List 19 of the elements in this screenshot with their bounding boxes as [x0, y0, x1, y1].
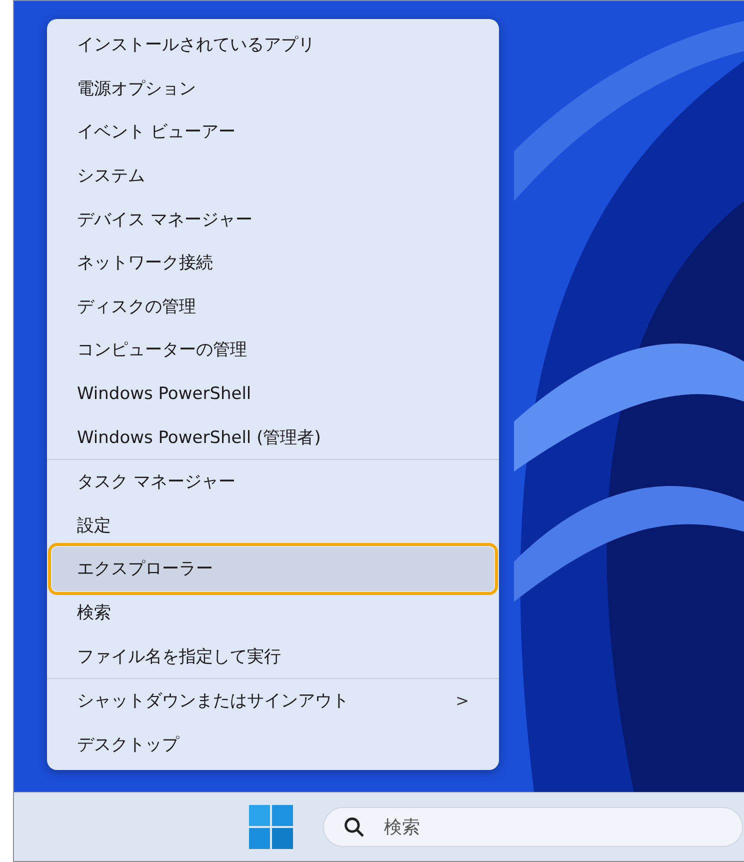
menu-item[interactable]: デバイス マネージャー [52, 197, 494, 241]
windows-logo-icon[interactable] [249, 805, 293, 849]
menu-item[interactable]: コンピューターの管理 [52, 328, 494, 372]
menu-item[interactable]: イベント ビューアー [52, 110, 494, 154]
menu-item[interactable]: エクスプローラー [52, 547, 494, 591]
menu-item[interactable]: 電源オプション [52, 66, 494, 110]
menu-item[interactable]: 設定 [52, 504, 494, 548]
menu-item[interactable]: ディスクの管理 [52, 284, 494, 328]
menu-item[interactable]: Windows PowerShell [52, 372, 494, 416]
search-field[interactable]: 検索 [323, 807, 743, 847]
menu-item[interactable]: Windows PowerShell (管理者) [52, 415, 494, 459]
menu-item[interactable]: シャットダウンまたはサインアウト > [52, 678, 494, 722]
menu-item[interactable]: インストールされているアプリ [52, 23, 494, 67]
menu-item[interactable]: タスク マネージャー [52, 460, 494, 504]
menu-item[interactable]: デスクトップ [52, 722, 494, 766]
menu-item[interactable]: ネットワーク接続 [52, 240, 494, 285]
menu-item[interactable]: ファイル名を指定して実行 [52, 634, 494, 678]
menu-item[interactable]: システム [52, 154, 494, 198]
menu-item[interactable]: 検索 [52, 590, 494, 634]
